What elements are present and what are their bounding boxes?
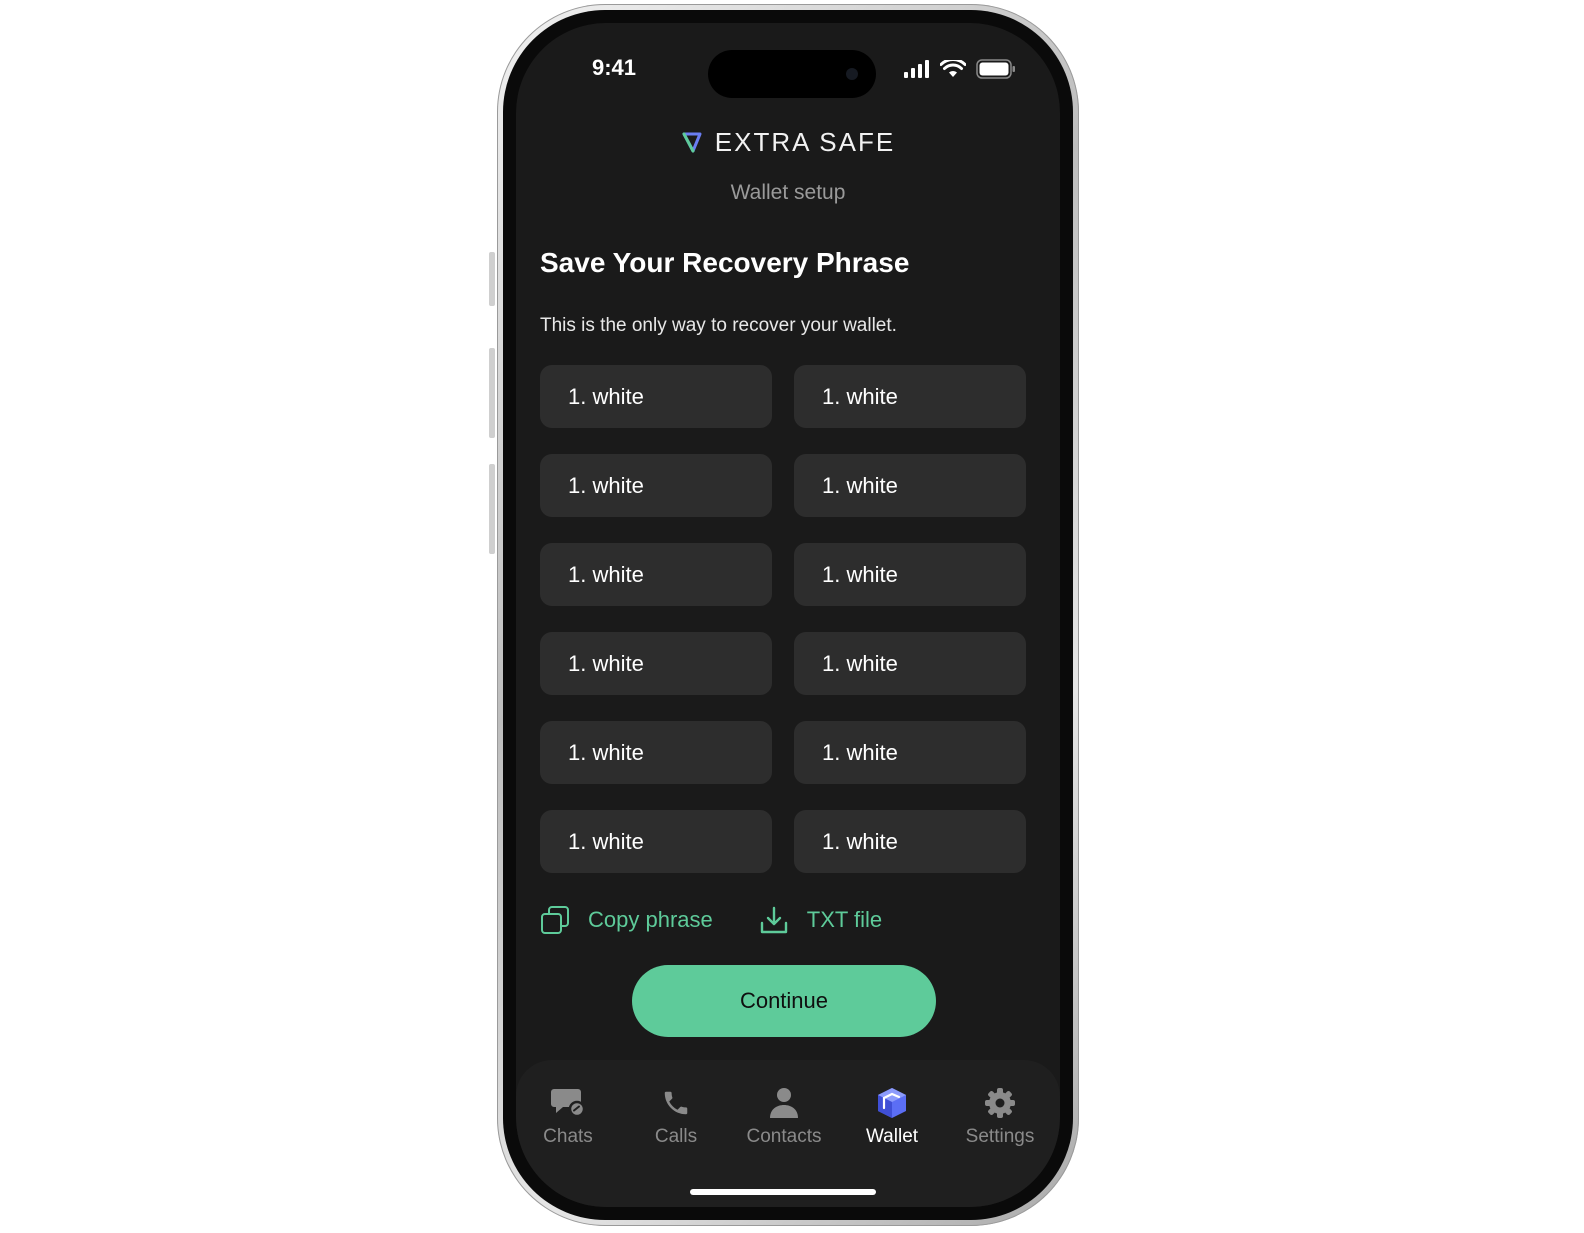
phrase-word: 1. white (540, 454, 772, 517)
phrase-word: 1. white (540, 365, 772, 428)
recovery-phrase-grid: 1. white 1. white 1. white 1. white 1. w… (540, 365, 1026, 873)
brand-name: EXTRA SAFE (714, 127, 896, 157)
status-time: 9:41 (592, 55, 637, 80)
tab-bar: Chats Calls Contacts Wallet Settings (516, 1060, 1060, 1207)
phrase-word: 1. white (794, 454, 1026, 517)
page-title: Save Your Recovery Phrase (540, 247, 910, 278)
dynamic-island (708, 50, 876, 98)
brand-header: EXTRA SAFE (516, 127, 1060, 158)
tab-calls[interactable]: Calls (626, 1080, 726, 1148)
continue-button[interactable]: Continue (632, 965, 936, 1037)
action-button (489, 252, 495, 306)
tab-label: Wallet (865, 1126, 919, 1147)
phone-frame: 9:41 EXTRA SAFE Wallet setup Save Your R… (497, 4, 1079, 1226)
signal-icon (904, 60, 929, 78)
tab-contacts[interactable]: Contacts (734, 1080, 834, 1148)
screen: 9:41 EXTRA SAFE Wallet setup Save Your R… (516, 23, 1060, 1207)
person-icon (770, 1088, 798, 1118)
phrase-word: 1. white (794, 721, 1026, 784)
tab-settings[interactable]: Settings (950, 1080, 1050, 1148)
phone-icon (664, 1091, 688, 1115)
chat-icon (551, 1089, 585, 1118)
camera-icon (846, 68, 858, 80)
phrase-word: 1. white (794, 365, 1026, 428)
copy-phrase-button[interactable]: Copy phrase (540, 905, 713, 935)
phrase-word: 1. white (540, 810, 772, 873)
phrase-word: 1. white (540, 543, 772, 606)
volume-up-button (489, 348, 495, 438)
volume-down-button (489, 464, 495, 554)
wifi-icon (940, 60, 966, 77)
tab-label: Calls (654, 1126, 698, 1147)
phone-bezel: 9:41 EXTRA SAFE Wallet setup Save Your R… (503, 10, 1073, 1220)
tab-chats[interactable]: Chats (518, 1080, 618, 1148)
tab-label: Contacts (746, 1126, 822, 1147)
home-indicator[interactable] (690, 1189, 876, 1195)
phrase-word: 1. white (794, 810, 1026, 873)
phrase-word: 1. white (794, 632, 1026, 695)
txt-file-label: TXT file (806, 907, 883, 932)
page-description: This is the only way to recover your wal… (540, 315, 897, 336)
tab-label: Chats (543, 1126, 593, 1147)
txt-file-button[interactable]: TXT file (759, 905, 882, 935)
brand-logo-icon (682, 132, 702, 152)
status-icons (904, 59, 1016, 79)
wallet-cube-icon (878, 1088, 906, 1118)
tab-wallet[interactable]: Wallet (842, 1080, 942, 1148)
phrase-actions: Copy phrase TXT file (540, 905, 882, 935)
tab-label: Settings (965, 1126, 1035, 1147)
phrase-word: 1. white (540, 721, 772, 784)
copy-phrase-label: Copy phrase (588, 907, 713, 932)
status-bar: 9:41 (516, 23, 1060, 103)
copy-icon (541, 906, 569, 934)
battery-icon (976, 59, 1015, 79)
gear-icon (985, 1088, 1015, 1118)
download-icon (760, 906, 787, 934)
page-subtitle: Wallet setup (730, 181, 846, 204)
phrase-word: 1. white (794, 543, 1026, 606)
phrase-word: 1. white (540, 632, 772, 695)
